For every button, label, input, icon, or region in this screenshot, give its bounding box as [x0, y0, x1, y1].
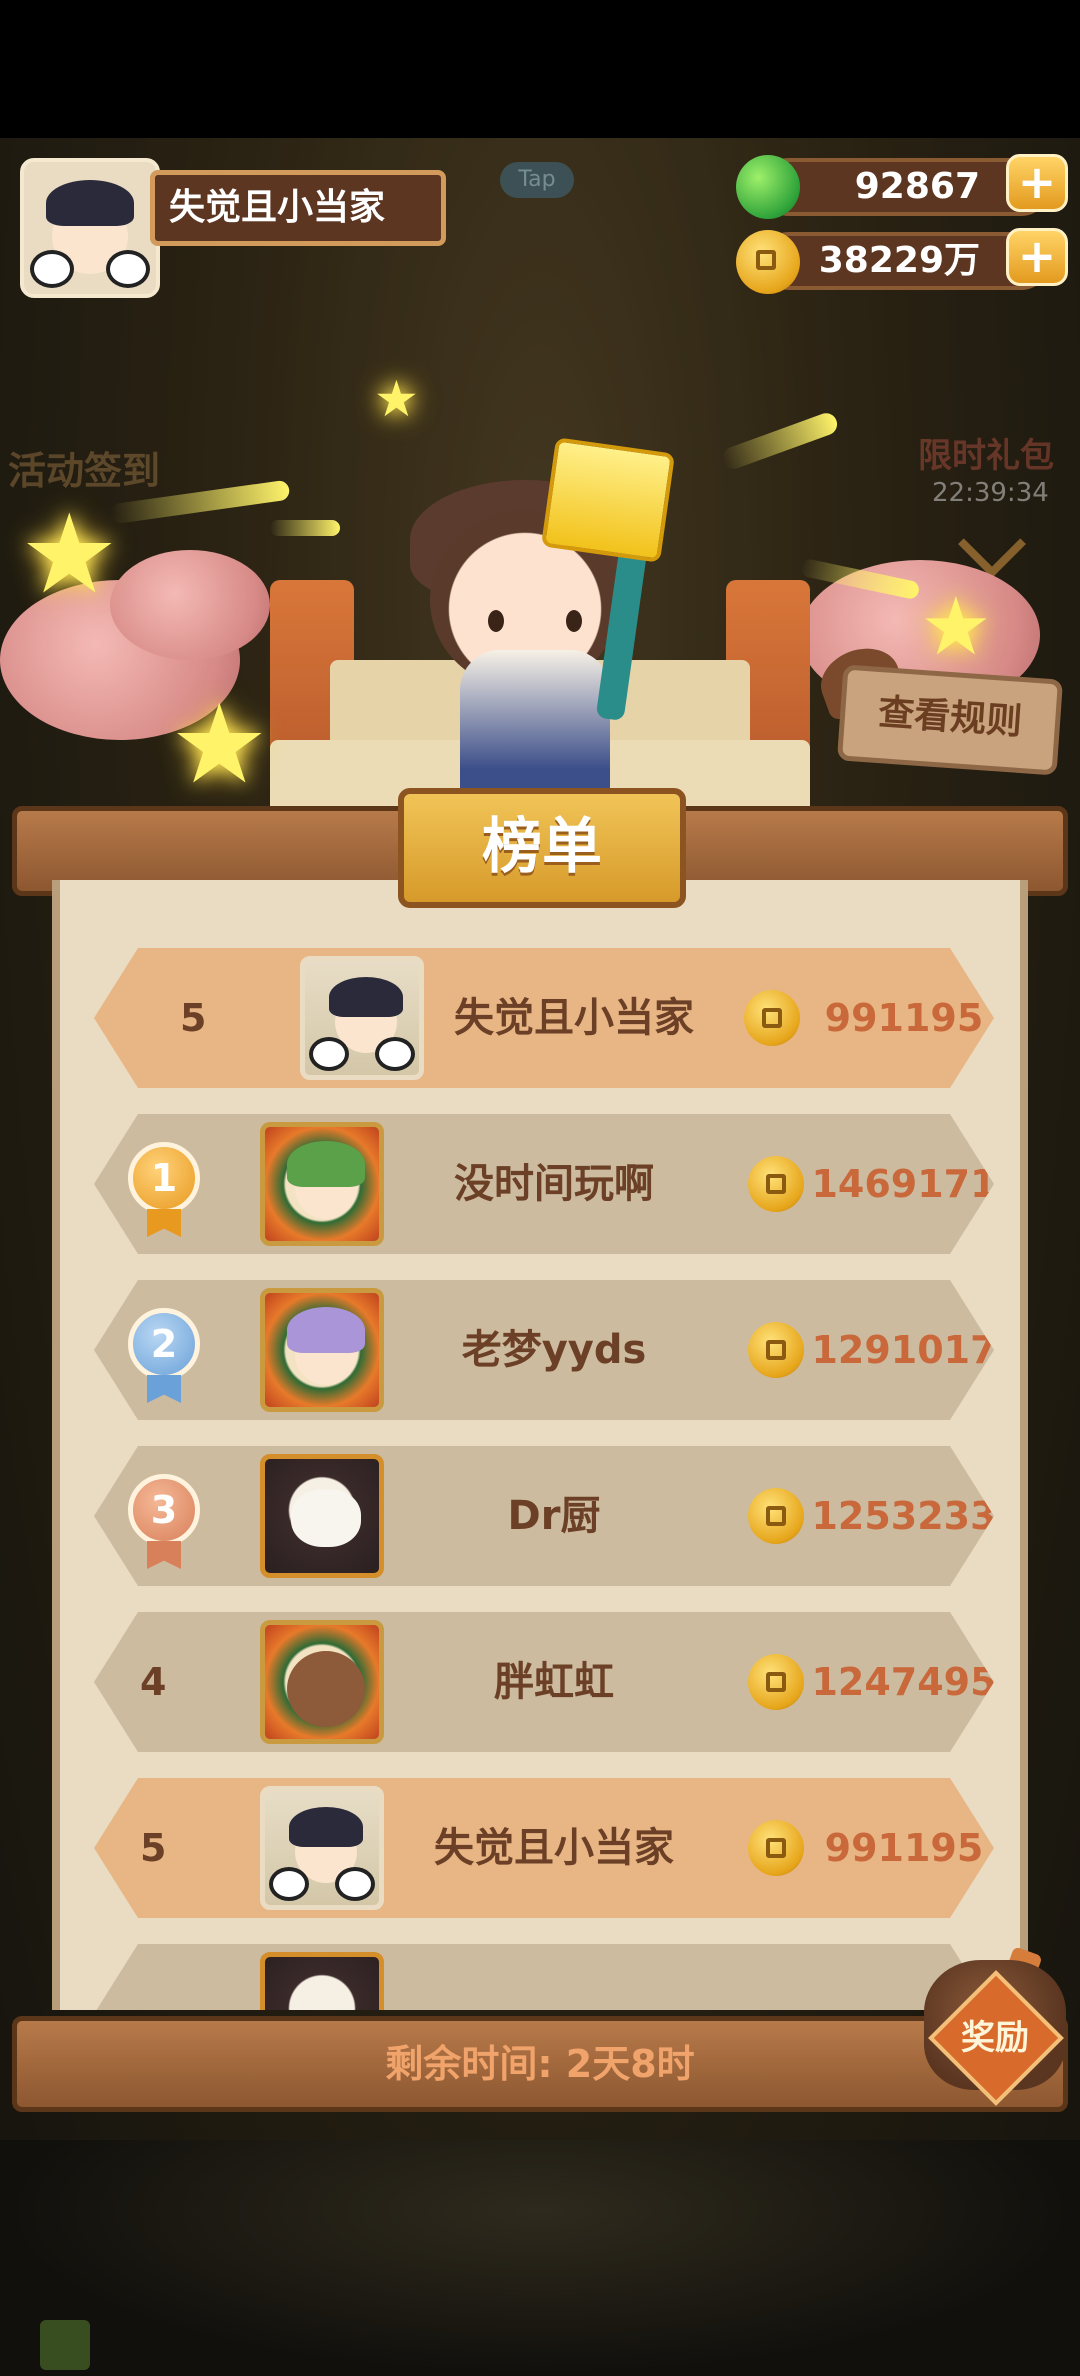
- player-name: Dr厨: [507, 1493, 601, 1539]
- apple-icon: [736, 155, 800, 219]
- player-name: 失觉且小当家: [150, 170, 446, 246]
- add-coins-button[interactable]: +: [1006, 228, 1068, 286]
- rank-number: 5: [180, 996, 207, 1040]
- coin-icon: [748, 1820, 804, 1876]
- avatar: [260, 1786, 384, 1910]
- star-icon: ★: [20, 490, 119, 618]
- table-row[interactable]: 1 没时间玩啊 1469171: [94, 1114, 994, 1254]
- player-name: 胖虹虹: [494, 1659, 614, 1705]
- star-icon: ★: [920, 580, 992, 673]
- hero-eye-left: [488, 610, 504, 632]
- tap-hint[interactable]: Tap: [500, 162, 574, 198]
- avatar: [260, 1288, 384, 1412]
- coin-icon: [748, 1156, 804, 1212]
- avatar: [260, 1952, 384, 2010]
- hero-eye-right: [566, 610, 582, 632]
- player-name: 失觉且小当家: [454, 995, 694, 1041]
- coin-icon: [748, 1654, 804, 1710]
- add-apples-button[interactable]: +: [1006, 154, 1068, 212]
- bronze-medal-icon: 3: [128, 1474, 200, 1546]
- avatar: [260, 1620, 384, 1744]
- coin-icon: [748, 1488, 804, 1544]
- player-name: 没时间玩啊: [454, 1161, 654, 1207]
- score: 991195: [824, 996, 984, 1040]
- golden-hammer-icon: [540, 437, 676, 563]
- event-checkin-entry[interactable]: 活动签到: [8, 440, 160, 495]
- star-icon: ★: [374, 370, 419, 428]
- self-rank-row[interactable]: 5 失觉且小当家 991195: [94, 948, 994, 1088]
- player-name: 失觉且小当家: [434, 1825, 674, 1871]
- score: 1291017: [811, 1328, 997, 1372]
- silver-medal-icon: 2: [128, 1308, 200, 1380]
- table-row[interactable]: 4 胖虹虹 1247495: [94, 1612, 994, 1752]
- reward-button[interactable]: 奖励: [924, 2008, 1066, 2068]
- score: 1253233: [811, 1494, 997, 1538]
- player-avatar[interactable]: [20, 158, 160, 298]
- coin-icon: [736, 230, 800, 294]
- player-name: 老梦yyds: [461, 1327, 647, 1373]
- table-row-self[interactable]: 5 失觉且小当家 991195: [94, 1778, 994, 1918]
- board-title: 榜单: [398, 788, 686, 908]
- bottom-corner-icon: [40, 2320, 90, 2370]
- avatar: [260, 1454, 384, 1578]
- star-icon: ★: [170, 680, 269, 808]
- avatar: [260, 1122, 384, 1246]
- limited-gift-entry[interactable]: 限时礼包: [918, 428, 1054, 477]
- coin-icon: [744, 990, 800, 1046]
- remaining-time: 剩余时间: 2天8时: [385, 2042, 695, 2086]
- coin-icon: [748, 1322, 804, 1378]
- score: 1247495: [811, 1660, 997, 1704]
- table-row[interactable]: 3 Dr厨 1253233: [94, 1446, 994, 1586]
- avatar: [300, 956, 424, 1080]
- table-row-partial[interactable]: [94, 1944, 994, 2010]
- score: 1469171: [811, 1162, 997, 1206]
- bottom-scenery: [0, 2140, 1080, 2376]
- rank-number: 5: [140, 1826, 167, 1870]
- leaderboard-panel[interactable]: 5 失觉且小当家 991195 1 没时间玩啊 1469171 2 老梦yyds…: [52, 880, 1028, 2010]
- view-rules-button[interactable]: 查看规则: [836, 664, 1064, 776]
- score: 991195: [824, 1826, 984, 1870]
- gold-medal-icon: 1: [128, 1142, 200, 1214]
- rank-number: 4: [140, 1660, 167, 1704]
- table-row[interactable]: 2 老梦yyds 1291017: [94, 1280, 994, 1420]
- sparkle-streak: [270, 520, 340, 536]
- limited-gift-timer: 22:39:34: [932, 478, 1049, 508]
- blossom-tree-left-top: [110, 550, 270, 660]
